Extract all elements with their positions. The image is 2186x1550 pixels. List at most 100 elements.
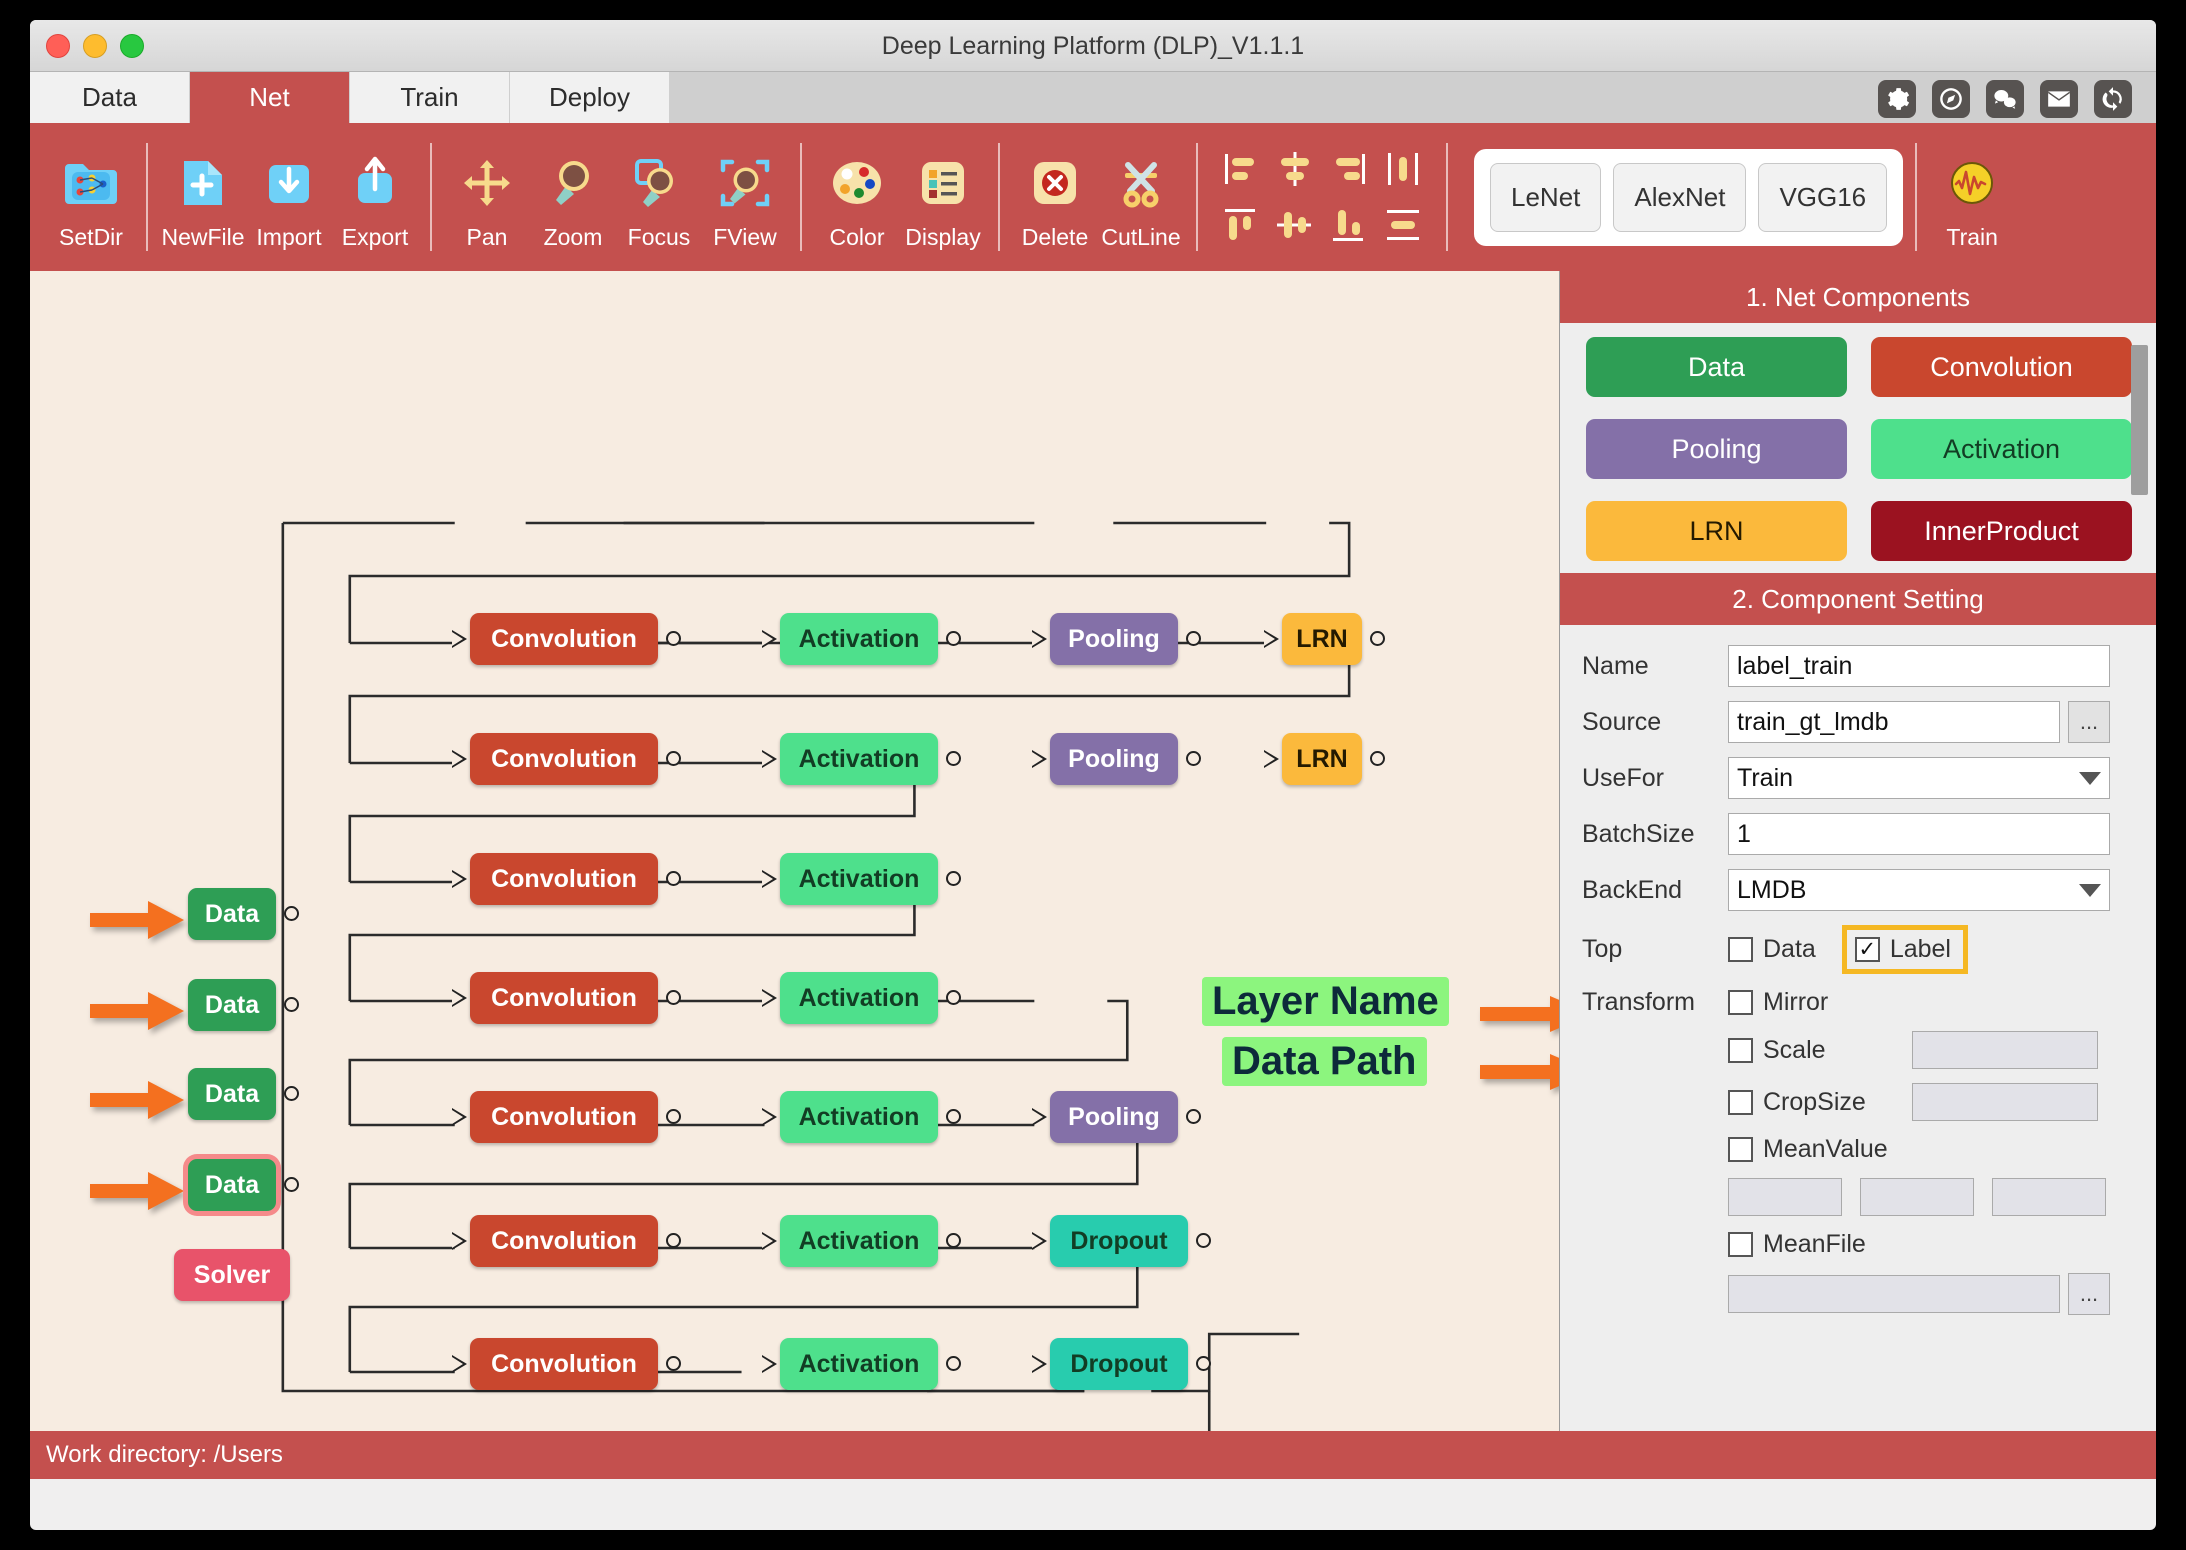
node-convolution[interactable]: Convolution bbox=[470, 733, 658, 785]
tab-deploy[interactable]: Deploy bbox=[510, 72, 670, 123]
batchsize-input[interactable]: 1 bbox=[1728, 813, 2110, 855]
node-convolution[interactable]: Convolution bbox=[470, 613, 658, 665]
node-output-port[interactable] bbox=[666, 1356, 681, 1371]
scale-checkbox[interactable]: Scale bbox=[1728, 1036, 1912, 1065]
top-label-checkbox[interactable]: ✓ Label bbox=[1854, 935, 1951, 964]
align-top-icon[interactable] bbox=[1216, 199, 1266, 251]
toolbar-newfile[interactable]: NewFile bbox=[160, 144, 246, 251]
toolbar-setdir[interactable]: SetDir bbox=[48, 144, 134, 251]
node-output-port[interactable] bbox=[284, 1086, 299, 1101]
node-output-port[interactable] bbox=[666, 1109, 681, 1124]
node-pooling[interactable]: Pooling bbox=[1050, 1091, 1178, 1143]
component-innerproduct[interactable]: InnerProduct bbox=[1871, 501, 2132, 561]
node-output-port[interactable] bbox=[1186, 1109, 1201, 1124]
usefor-select[interactable]: Train bbox=[1728, 757, 2110, 799]
tab-train[interactable]: Train bbox=[350, 72, 510, 123]
node-solver[interactable]: Solver bbox=[174, 1249, 290, 1301]
toolbar-focus[interactable]: Focus bbox=[616, 144, 702, 251]
meanvalue-checkbox[interactable]: MeanValue bbox=[1728, 1135, 1888, 1164]
node-output-port[interactable] bbox=[284, 997, 299, 1012]
top-data-checkbox[interactable]: Data bbox=[1728, 935, 1816, 964]
toolbar-zoom[interactable]: Zoom bbox=[530, 144, 616, 251]
node-output-port[interactable] bbox=[1370, 631, 1385, 646]
node-output-port[interactable] bbox=[946, 990, 961, 1005]
toolbar-cutline[interactable]: CutLine bbox=[1098, 144, 1184, 251]
distribute-v-icon[interactable] bbox=[1378, 199, 1428, 251]
meanvalue-input-3[interactable] bbox=[1992, 1178, 2106, 1216]
node-activation[interactable]: Activation bbox=[780, 853, 938, 905]
toolbar-fview[interactable]: FView bbox=[702, 144, 788, 251]
align-middle-v-icon[interactable] bbox=[1270, 199, 1320, 251]
toolbar-import[interactable]: Import bbox=[246, 144, 332, 251]
source-browse-button[interactable]: ... bbox=[2068, 701, 2110, 743]
node-output-port[interactable] bbox=[946, 631, 961, 646]
component-convolution[interactable]: Convolution bbox=[1871, 337, 2132, 397]
node-data[interactable]: Data bbox=[188, 888, 276, 940]
toolbar-delete[interactable]: Delete bbox=[1012, 144, 1098, 251]
source-input[interactable]: train_gt_lmdb bbox=[1728, 701, 2060, 743]
node-output-port[interactable] bbox=[666, 751, 681, 766]
component-pooling[interactable]: Pooling bbox=[1586, 419, 1847, 479]
node-data[interactable]: Data bbox=[188, 1068, 276, 1120]
toolbar-display[interactable]: Display bbox=[900, 144, 986, 251]
node-data[interactable]: Data bbox=[188, 979, 276, 1031]
component-activation[interactable]: Activation bbox=[1871, 419, 2132, 479]
component-data[interactable]: Data bbox=[1586, 337, 1847, 397]
node-output-port[interactable] bbox=[946, 1233, 961, 1248]
meanfile-input[interactable] bbox=[1728, 1275, 2060, 1313]
preset-alexnet[interactable]: AlexNet bbox=[1613, 162, 1747, 232]
node-dropout[interactable]: Dropout bbox=[1050, 1215, 1188, 1267]
components-scrollbar[interactable] bbox=[2131, 345, 2148, 495]
node-activation[interactable]: Activation bbox=[780, 733, 938, 785]
node-output-port[interactable] bbox=[284, 906, 299, 921]
cropsize-checkbox[interactable]: CropSize bbox=[1728, 1088, 1912, 1117]
cropsize-input[interactable] bbox=[1912, 1083, 2098, 1121]
node-output-port[interactable] bbox=[946, 1109, 961, 1124]
node-convolution[interactable]: Convolution bbox=[470, 1091, 658, 1143]
node-activation[interactable]: Activation bbox=[780, 1338, 938, 1390]
toolbar-color[interactable]: Color bbox=[814, 144, 900, 251]
tab-net[interactable]: Net bbox=[190, 72, 350, 123]
node-output-port[interactable] bbox=[666, 990, 681, 1005]
node-convolution[interactable]: Convolution bbox=[470, 1338, 658, 1390]
toolbar-export[interactable]: Export bbox=[332, 144, 418, 251]
tab-data[interactable]: Data bbox=[30, 72, 190, 123]
wechat-icon[interactable] bbox=[1986, 80, 2024, 118]
meanvalue-input-2[interactable] bbox=[1860, 1178, 1974, 1216]
node-output-port[interactable] bbox=[284, 1177, 299, 1192]
net-canvas[interactable]: Layer Name Data Path Data Data Data Data Sol… bbox=[30, 271, 1560, 1431]
meanvalue-input-1[interactable] bbox=[1728, 1178, 1842, 1216]
node-activation[interactable]: Activation bbox=[780, 1215, 938, 1267]
node-output-port[interactable] bbox=[666, 1233, 681, 1248]
node-output-port[interactable] bbox=[1186, 751, 1201, 766]
node-convolution[interactable]: Convolution bbox=[470, 1215, 658, 1267]
preset-lenet[interactable]: LeNet bbox=[1490, 162, 1602, 232]
node-output-port[interactable] bbox=[1196, 1233, 1211, 1248]
distribute-h-icon[interactable] bbox=[1378, 143, 1428, 195]
node-pooling[interactable]: Pooling bbox=[1050, 733, 1178, 785]
node-data[interactable]: Data bbox=[188, 1159, 276, 1211]
align-center-h-icon[interactable] bbox=[1270, 143, 1320, 195]
toolbar-train[interactable]: Train bbox=[1929, 144, 2015, 251]
gear-icon[interactable] bbox=[1878, 80, 1916, 118]
node-output-port[interactable] bbox=[1196, 1356, 1211, 1371]
node-lrn[interactable]: LRN bbox=[1282, 613, 1362, 665]
preset-vgg16[interactable]: VGG16 bbox=[1758, 162, 1888, 232]
node-output-port[interactable] bbox=[946, 871, 961, 886]
node-output-port[interactable] bbox=[946, 751, 961, 766]
node-convolution[interactable]: Convolution bbox=[470, 972, 658, 1024]
node-output-port[interactable] bbox=[666, 631, 681, 646]
toolbar-pan[interactable]: Pan bbox=[444, 144, 530, 251]
meanfile-checkbox[interactable]: MeanFile bbox=[1728, 1230, 1866, 1259]
node-activation[interactable]: Activation bbox=[780, 613, 938, 665]
node-output-port[interactable] bbox=[666, 871, 681, 886]
node-output-port[interactable] bbox=[946, 1356, 961, 1371]
node-dropout[interactable]: Dropout bbox=[1050, 1338, 1188, 1390]
node-output-port[interactable] bbox=[1370, 751, 1385, 766]
component-lrn[interactable]: LRN bbox=[1586, 501, 1847, 561]
mirror-checkbox[interactable]: Mirror bbox=[1728, 988, 1828, 1017]
compass-icon[interactable] bbox=[1932, 80, 1970, 118]
scale-input[interactable] bbox=[1912, 1031, 2098, 1069]
node-convolution[interactable]: Convolution bbox=[470, 853, 658, 905]
name-input[interactable]: label_train bbox=[1728, 645, 2110, 687]
